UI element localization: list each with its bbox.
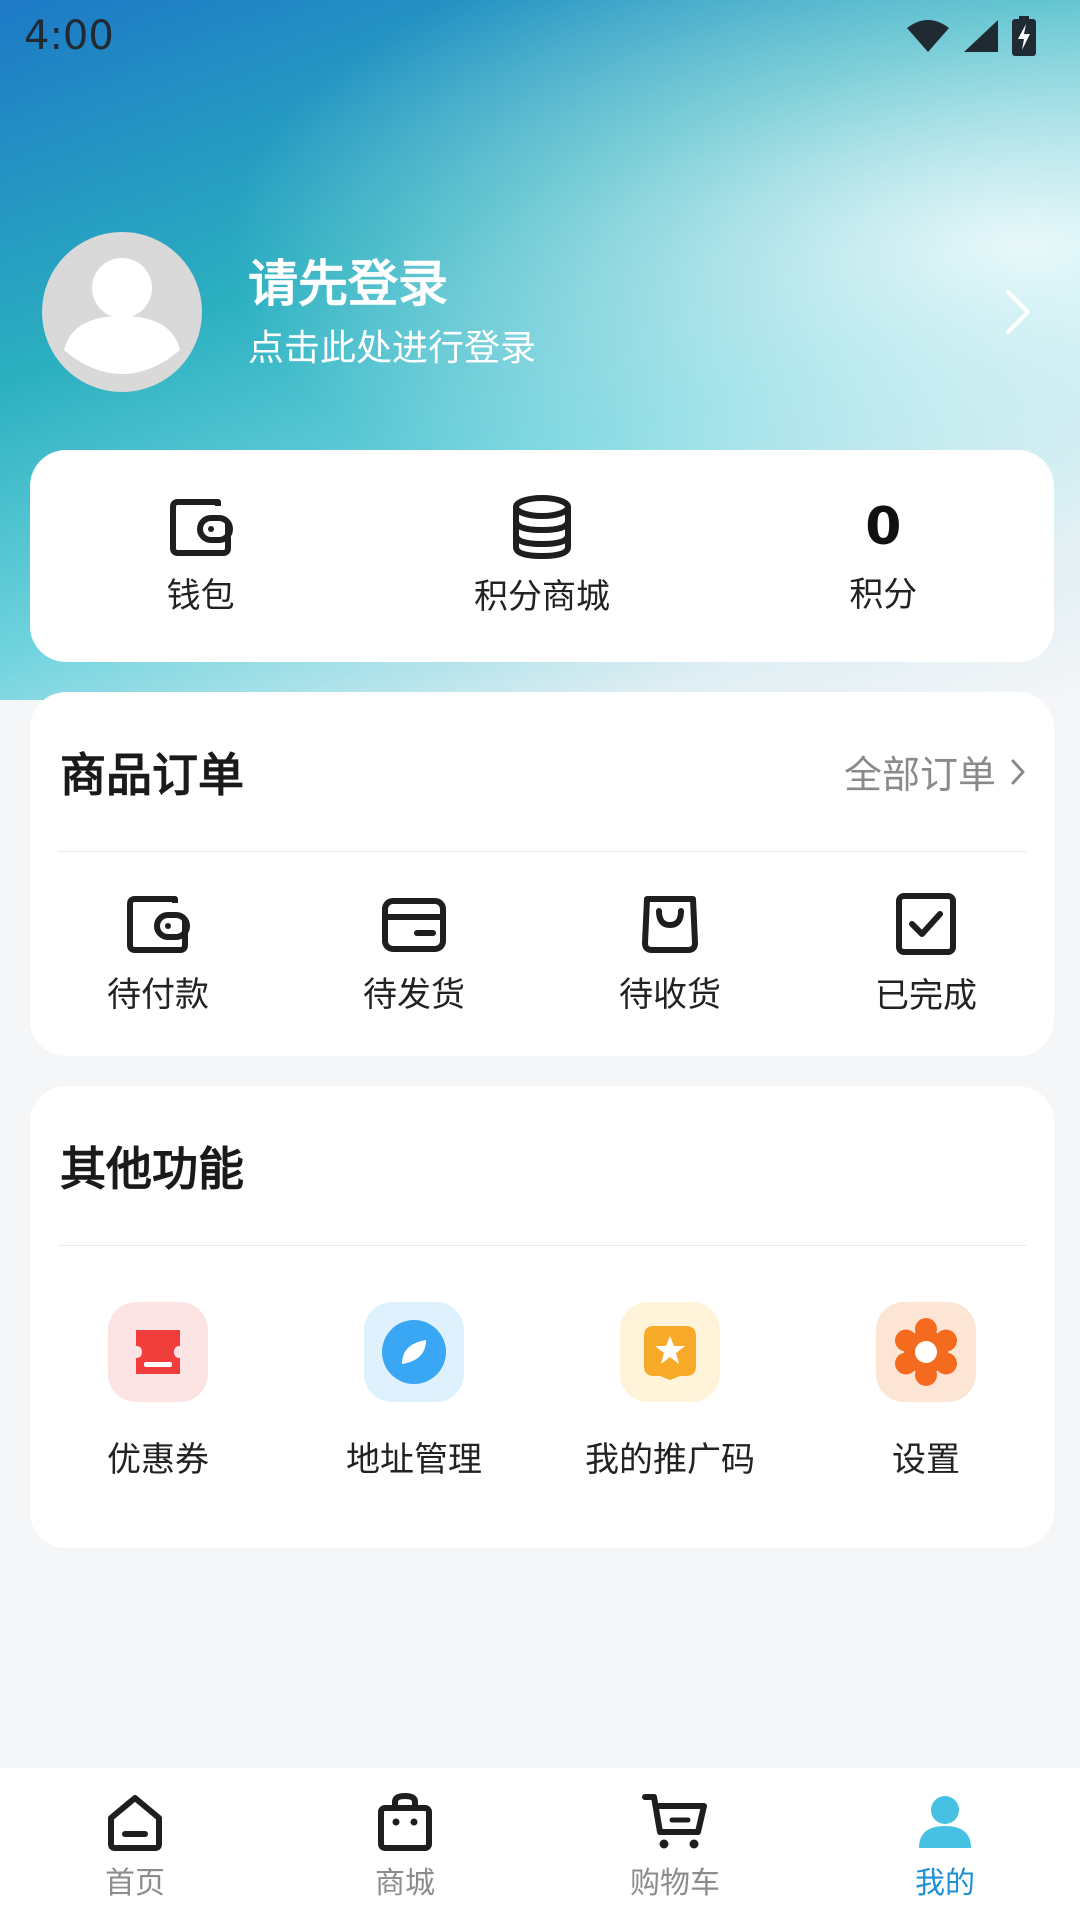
function-row: 优惠券 地址管理 我的推广码 设置: [30, 1246, 1054, 1481]
order-pending-shipment[interactable]: 待发货: [286, 893, 542, 1016]
points-entry[interactable]: 0 积分: [713, 450, 1054, 662]
tab-label: 商城: [375, 1866, 435, 1901]
star-badge-icon-tile: [620, 1302, 720, 1402]
tab-label: 首页: [105, 1866, 165, 1901]
wallet-label: 钱包: [166, 575, 235, 616]
compass-icon-tile: [364, 1302, 464, 1402]
coupon-icon-tile: [108, 1302, 208, 1402]
order-item-label: 待发货: [363, 974, 465, 1015]
wifi-icon: [907, 20, 949, 52]
points-value: 0: [865, 496, 902, 557]
function-label: 设置: [892, 1440, 960, 1480]
tab-label: 我的: [915, 1866, 975, 1901]
login-subtitle: 点击此处进行登录: [248, 328, 537, 369]
compass-icon: [382, 1320, 446, 1384]
status-icons: [906, 16, 1036, 56]
bottom-tab-bar: 首页 商城 购物车 我的: [0, 1768, 1080, 1920]
user-icon: [919, 1796, 971, 1848]
status-time: 4:00: [24, 13, 114, 59]
order-item-label: 待付款: [107, 974, 209, 1015]
all-orders-label: 全部订单: [843, 753, 996, 797]
signal-icon: [964, 20, 998, 52]
login-prompt[interactable]: 请先登录 点击此处进行登录: [42, 232, 1038, 392]
orders-header: 商品订单 全部订单: [58, 692, 1026, 852]
gear-icon-tile: [876, 1302, 976, 1402]
other-functions-header: 其他功能: [58, 1086, 1026, 1246]
function-label: 我的推广码: [585, 1440, 755, 1480]
orders-title: 商品订单: [60, 747, 244, 802]
function-promo-code[interactable]: 我的推广码: [542, 1302, 798, 1481]
cart-icon: [642, 1794, 707, 1849]
order-item-label: 待收货: [619, 974, 721, 1015]
function-label: 优惠券: [107, 1440, 209, 1480]
gear-icon: [895, 1318, 957, 1386]
function-coupons[interactable]: 优惠券: [30, 1302, 286, 1481]
card-box-icon: [382, 897, 446, 952]
orders-card: 商品订单 全部订单 待付款 待发货 待收货 已完成: [30, 692, 1054, 1056]
chevron-right-icon: [1011, 759, 1025, 784]
tab-cart[interactable]: 购物车: [540, 1768, 810, 1920]
wallet-entry[interactable]: 钱包: [30, 450, 371, 662]
points-mall-label: 积分商城: [473, 576, 610, 617]
points-mall-entry[interactable]: 积分商城: [371, 450, 712, 662]
battery-charging-icon: [1012, 16, 1036, 56]
account-stats-card: 钱包 积分商城 0 积分: [30, 450, 1054, 662]
order-status-row: 待付款 待发货 待收货 已完成: [30, 852, 1054, 1056]
tab-shop[interactable]: 商城: [270, 1768, 540, 1920]
points-label: 积分: [849, 574, 918, 615]
tab-home[interactable]: 首页: [0, 1768, 270, 1920]
wallet-icon: [127, 895, 190, 953]
other-functions-title: 其他功能: [60, 1141, 244, 1196]
order-pending-payment[interactable]: 待付款: [30, 893, 286, 1016]
checkbox-icon: [896, 892, 956, 955]
order-pending-receipt[interactable]: 待收货: [542, 893, 798, 1016]
all-orders-link[interactable]: 全部订单: [844, 744, 1026, 799]
other-functions-card: 其他功能 优惠券 地址管理 我的推广码 设置: [30, 1086, 1054, 1548]
login-title: 请先登录: [248, 255, 448, 313]
shop-bag-icon: [378, 1792, 432, 1851]
home-icon: [108, 1795, 162, 1851]
coupon-icon: [136, 1330, 180, 1374]
order-item-label: 已完成: [875, 975, 977, 1016]
shopping-bag-icon: [642, 895, 698, 953]
status-bar: 4:00: [0, 0, 1080, 72]
tab-mine[interactable]: 我的: [810, 1768, 1080, 1920]
function-label: 地址管理: [346, 1440, 482, 1480]
avatar[interactable]: [42, 232, 202, 392]
default-avatar-icon: [64, 258, 180, 374]
star-badge-icon: [644, 1326, 696, 1380]
chevron-right-icon[interactable]: [998, 282, 1038, 342]
profile-text: 请先登录 点击此处进行登录: [248, 252, 998, 372]
function-address[interactable]: 地址管理: [286, 1302, 542, 1481]
tab-label: 购物车: [630, 1866, 720, 1901]
order-completed[interactable]: 已完成: [798, 892, 1054, 1017]
wallet-icon: [169, 498, 233, 556]
database-stack-icon: [512, 494, 571, 559]
function-settings[interactable]: 设置: [798, 1302, 1054, 1481]
